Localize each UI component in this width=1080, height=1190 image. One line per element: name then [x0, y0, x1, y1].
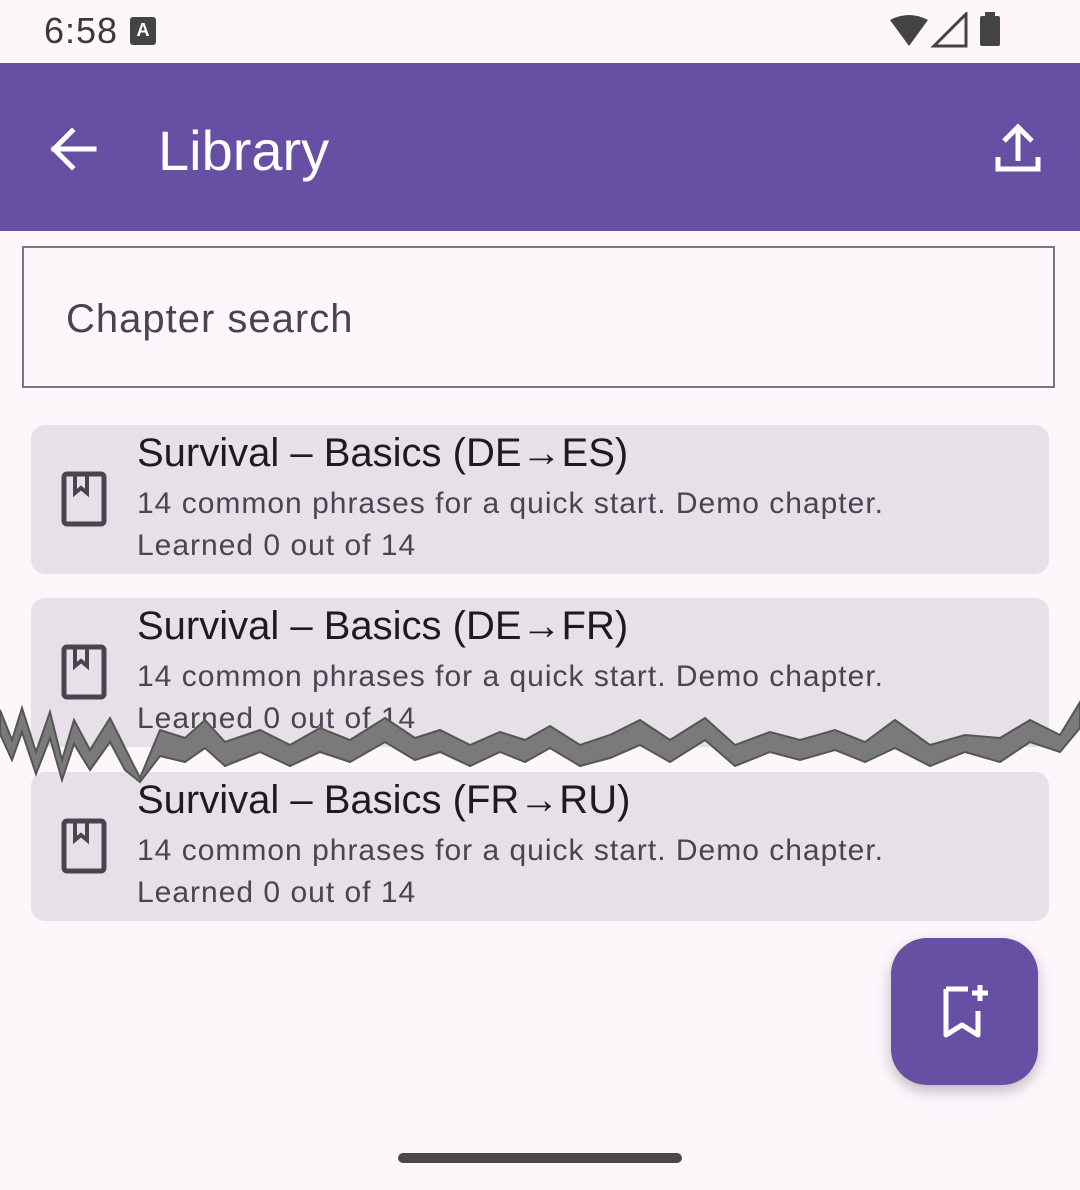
- chapter-title: Survival – Basics (FR→RU): [137, 778, 631, 822]
- chapter-description: 14 common phrases for a quick start. Dem…: [137, 487, 884, 520]
- chapter-title: Survival – Basics (DE→FR): [137, 604, 629, 648]
- wifi-icon: [890, 15, 928, 46]
- back-button[interactable]: [40, 115, 108, 183]
- notification-icon: A: [130, 17, 156, 45]
- battery-icon: [980, 12, 1000, 46]
- upload-button[interactable]: [982, 113, 1054, 185]
- chapter-progress: Learned 0 out of 14: [137, 702, 417, 735]
- home-indicator[interactable]: [398, 1153, 682, 1163]
- add-bookmark-fab[interactable]: [891, 938, 1038, 1085]
- chapter-progress: Learned 0 out of 14: [137, 529, 417, 562]
- book-icon: [61, 471, 107, 527]
- chapter-card[interactable]: Survival – Basics (DE→ES) 14 common phra…: [31, 425, 1049, 574]
- arrow-back-icon: [50, 127, 97, 171]
- page-title: Library: [158, 119, 330, 182]
- chapter-description: 14 common phrases for a quick start. Dem…: [137, 660, 884, 693]
- status-time: 6:58: [44, 10, 119, 51]
- chapter-search-input[interactable]: [64, 286, 1008, 352]
- status-bar: 6:58 A: [0, 0, 1080, 63]
- chapter-card[interactable]: Survival – Basics (DE→FR) 14 common phra…: [31, 598, 1049, 747]
- signal-icon: [930, 10, 968, 48]
- book-icon: [61, 644, 107, 700]
- chapter-search-box[interactable]: [22, 246, 1055, 388]
- chapter-progress: Learned 0 out of 14: [137, 876, 417, 909]
- status-icons: [890, 10, 1010, 57]
- app-bar: Library: [0, 63, 1080, 231]
- bookmark-add-icon: [943, 985, 988, 1038]
- chapter-title: Survival – Basics (DE→ES): [137, 431, 629, 475]
- upload-icon: [995, 123, 1041, 172]
- book-icon: [61, 818, 107, 874]
- chapter-card[interactable]: Survival – Basics (FR→RU) 14 common phra…: [31, 772, 1049, 921]
- chapter-description: 14 common phrases for a quick start. Dem…: [137, 834, 884, 867]
